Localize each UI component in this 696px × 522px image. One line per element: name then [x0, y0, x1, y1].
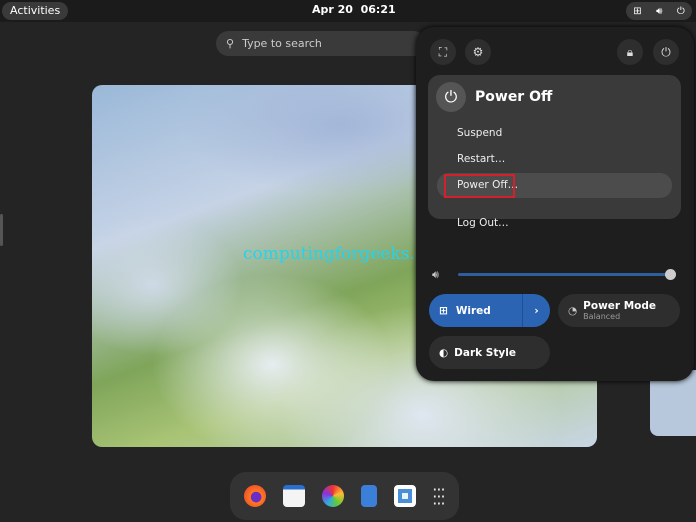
power-off-header: ⏻ Power Off — [436, 82, 552, 112]
screenshot-icon: ⛶ — [438, 44, 448, 59]
volume-icon: 🔊︎ — [656, 5, 663, 17]
dock: ··· ··· ··· — [230, 472, 459, 520]
top-bar: Activities Apr 20 06:21 ⊞ 🔊︎ ⏻ — [0, 0, 696, 22]
chevron-right-icon: › — [534, 304, 539, 317]
network-icon: ⊞ — [633, 5, 642, 17]
submenu-title: Power Off — [475, 89, 553, 105]
volume-slider[interactable] — [458, 273, 670, 276]
date: Apr 20 — [312, 3, 353, 16]
power-button[interactable]: ⏻ — [653, 39, 679, 65]
screenshot-button[interactable]: ⛶ — [430, 39, 456, 65]
settings-button[interactable]: ⚙ — [465, 39, 491, 65]
lock-button[interactable]: 🔒︎ — [617, 39, 643, 65]
dark-style-toggle[interactable]: ◐ Dark Style — [429, 336, 550, 369]
workspace-left-edge[interactable] — [0, 214, 3, 246]
installer-icon[interactable] — [393, 485, 416, 507]
wired-label: Wired — [455, 304, 491, 317]
power-mode-label: Power Mode — [583, 300, 657, 312]
wired-menu-arrow[interactable]: › — [522, 294, 550, 327]
highlight-box — [444, 174, 515, 198]
menu-item-suspend[interactable]: Suspend — [437, 121, 672, 146]
software-icon[interactable] — [321, 485, 344, 507]
dark-style-icon: ◐ — [439, 346, 449, 359]
search-icon: ⚲ — [226, 37, 235, 50]
menu-item-log-out[interactable]: Log Out… — [437, 211, 672, 236]
firefox-icon[interactable] — [244, 485, 267, 507]
search-placeholder: Type to search — [242, 37, 322, 50]
power-mode-value: Balanced — [583, 312, 621, 321]
activities-button[interactable]: Activities — [2, 2, 69, 20]
clock[interactable]: Apr 20 06:21 — [312, 3, 396, 16]
volume-slider-handle[interactable] — [665, 269, 676, 280]
volume-icon: 🔊︎ — [432, 268, 439, 281]
time: 06:21 — [360, 3, 396, 16]
power-icon: ⏻ — [661, 44, 671, 59]
show-apps-icon[interactable]: ··· ··· ··· — [432, 481, 445, 511]
calendar-icon[interactable] — [283, 485, 306, 507]
settings-icon: ⚙ — [472, 45, 484, 59]
network-icon: ⊞ — [439, 304, 448, 317]
menu-item-restart[interactable]: Restart… — [437, 147, 672, 172]
text-editor-icon[interactable] — [360, 485, 377, 507]
power-icon: ⏻ — [436, 82, 466, 112]
system-menu-button[interactable]: ⊞ 🔊︎ ⏻ — [626, 2, 692, 20]
dark-style-label: Dark Style — [454, 346, 516, 359]
power-mode-icon: ◔ — [568, 304, 578, 317]
power-mode-toggle[interactable]: ◔ Power Mode Balanced — [558, 294, 680, 327]
power-icon: ⏻ — [676, 5, 685, 17]
wired-toggle[interactable]: ⊞ Wired › — [429, 294, 550, 327]
lock-icon: 🔒︎ — [626, 44, 634, 59]
search-input[interactable]: ⚲ Type to search — [216, 31, 426, 56]
